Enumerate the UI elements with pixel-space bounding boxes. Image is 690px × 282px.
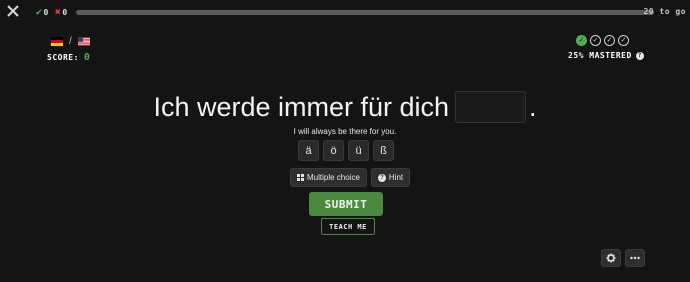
mastery-check-icon: ✓ bbox=[576, 35, 587, 46]
x-icon: ✖ bbox=[54, 7, 62, 18]
answer-input[interactable] bbox=[455, 91, 527, 123]
mastery-progress: ✓ ✓ ✓ ✓ bbox=[576, 35, 629, 46]
submit-button[interactable]: SUBMIT bbox=[309, 192, 383, 216]
more-options-button[interactable] bbox=[625, 249, 645, 267]
hint-button[interactable]: ? Hint bbox=[370, 168, 411, 187]
check-icon: ✔ bbox=[36, 7, 43, 18]
mastery-check-icon: ✓ bbox=[618, 35, 629, 46]
teach-me-button[interactable]: TEACH ME bbox=[321, 218, 375, 235]
score-value: 0 bbox=[83, 52, 91, 63]
question-circle-icon[interactable]: ? bbox=[635, 51, 644, 60]
german-flag-icon bbox=[51, 37, 63, 46]
language-separator: / bbox=[69, 36, 72, 47]
mastered-status: 25% MASTERED ? bbox=[568, 51, 644, 60]
helper-buttons: Multiple choice ? Hint bbox=[290, 168, 411, 187]
gear-icon bbox=[606, 253, 616, 263]
score-label: SCORE: bbox=[47, 53, 79, 62]
wrong-count: 0 bbox=[62, 8, 68, 17]
correct-count: 0 bbox=[43, 8, 49, 17]
sentence-before: Ich werde immer für dich bbox=[153, 91, 450, 122]
remaining-label: 20 to go bbox=[643, 7, 686, 16]
multiple-choice-button[interactable]: Multiple choice bbox=[290, 168, 367, 187]
answer-counts: ✔ 0 ✖ 0 bbox=[36, 7, 68, 18]
special-characters: ä ö ü ß bbox=[298, 140, 394, 161]
char-button-eszett[interactable]: ß bbox=[373, 140, 394, 161]
language-pair: / bbox=[51, 36, 90, 47]
progress-bar bbox=[76, 10, 654, 15]
close-button[interactable] bbox=[5, 3, 21, 19]
us-flag-icon bbox=[77, 37, 90, 46]
sentence-after: . bbox=[529, 91, 537, 122]
mastery-check-icon: ✓ bbox=[604, 35, 615, 46]
char-button-a-umlaut[interactable]: ä bbox=[298, 140, 319, 161]
translation-text: I will always be there for you. bbox=[293, 127, 397, 136]
grid-icon bbox=[297, 174, 304, 181]
multiple-choice-label: Multiple choice bbox=[307, 173, 360, 182]
score: SCORE: 0 bbox=[47, 52, 90, 63]
question-circle-icon: ? bbox=[377, 173, 386, 182]
settings-button[interactable] bbox=[601, 249, 621, 267]
mastery-check-icon: ✓ bbox=[590, 35, 601, 46]
close-icon bbox=[7, 5, 19, 17]
exercise-sentence: Ich werde immer für dich . bbox=[0, 91, 690, 123]
mastered-label: 25% MASTERED bbox=[568, 51, 632, 60]
char-button-u-umlaut[interactable]: ü bbox=[348, 140, 369, 161]
ellipsis-icon bbox=[630, 256, 640, 260]
char-button-o-umlaut[interactable]: ö bbox=[323, 140, 344, 161]
hint-label: Hint bbox=[388, 173, 404, 182]
